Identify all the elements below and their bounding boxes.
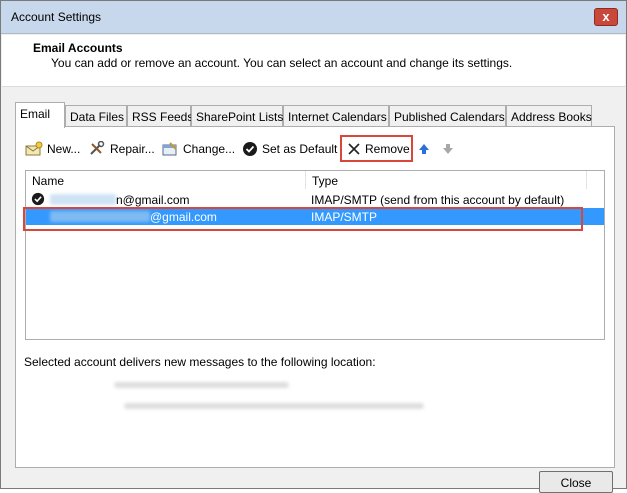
tab-data-files[interactable]: Data Files (65, 105, 127, 127)
redacted-delivery-path (124, 403, 424, 409)
redacted-delivery-location (114, 382, 289, 388)
set-as-default-button[interactable]: Set as Default (242, 139, 337, 159)
close-icon: x (602, 9, 610, 24)
change-button[interactable]: Change... (161, 139, 235, 159)
repair-button[interactable]: Repair... (88, 139, 155, 159)
default-account-check-icon (31, 192, 45, 206)
tab-published-calendars[interactable]: Published Calendars (389, 105, 506, 127)
selected-row-highlight-box (23, 207, 583, 231)
checkmark-circle-icon (243, 142, 257, 156)
header-panel: Email Accounts You can add or remove an … (2, 35, 625, 87)
tab-email[interactable]: Email (15, 102, 65, 128)
new-button[interactable]: New... (25, 139, 80, 159)
column-header-type[interactable]: Type (306, 171, 587, 189)
repair-label: Repair... (110, 142, 155, 156)
arrow-up-icon (419, 144, 429, 154)
column-header-name[interactable]: Name (26, 171, 306, 189)
new-account-icon (25, 141, 43, 156)
section-subtitle: You can add or remove an account. You ca… (51, 56, 513, 70)
account-settings-window: Account Settings x Email Accounts You ca… (0, 0, 627, 493)
tab-address-books[interactable]: Address Books (506, 105, 592, 127)
change-label: Change... (183, 142, 236, 156)
account-type: IMAP/SMTP (send from this account by def… (311, 193, 565, 207)
arrow-down-icon (443, 144, 453, 154)
accounts-list[interactable]: Name Type n@gmail.com IMAP/SMTP (send fr… (25, 170, 605, 340)
tab-strip: Email Data Files RSS Feeds SharePoint Li… (15, 102, 615, 128)
window-close-button[interactable]: x (594, 8, 618, 26)
section-title: Email Accounts (33, 41, 123, 55)
window-title: Account Settings (11, 10, 102, 24)
repair-tools-icon (90, 141, 105, 155)
title-bar[interactable]: Account Settings x (1, 1, 626, 34)
account-name: n@gmail.com (116, 193, 190, 207)
account-row-default[interactable]: n@gmail.com IMAP/SMTP (send from this ac… (26, 191, 604, 208)
tab-sharepoint-lists[interactable]: SharePoint Lists (191, 105, 283, 127)
tab-rss-feeds[interactable]: RSS Feeds (127, 105, 193, 127)
change-icon (162, 142, 177, 156)
tab-internet-calendars[interactable]: Internet Calendars (283, 105, 389, 127)
move-up-button[interactable] (418, 139, 430, 159)
new-label: New... (47, 142, 81, 156)
remove-highlight-box (340, 135, 413, 162)
close-button[interactable]: Close (539, 471, 613, 493)
redacted-email-prefix (50, 194, 116, 205)
delivery-location-label: Selected account delivers new messages t… (24, 355, 376, 369)
email-tab-panel: New... Repair... Change... Set as Defaul… (15, 126, 615, 468)
move-down-button[interactable] (442, 139, 454, 159)
set-as-default-label: Set as Default (262, 142, 338, 156)
